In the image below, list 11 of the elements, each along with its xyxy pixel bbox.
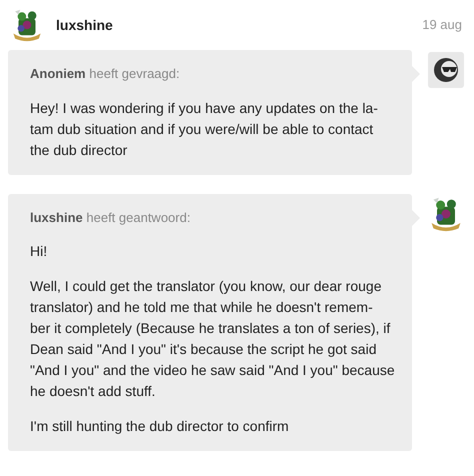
author-name[interactable]: luxshine: [56, 14, 113, 36]
message-paragraph: Hey! I was wondering if you have any updates on the la- tam dub situation and if you were/will be able to contact the dub director: [30, 98, 378, 160]
sender-name[interactable]: Anoniem: [30, 66, 86, 81]
sender-action: heeft gevraagd:: [89, 66, 180, 81]
message-paragraph: Well, I could get the translator (you know, our dear rouge translator) and he told me that while he doesn't remem- ber it completely (Because he translates a ton of series), if Dean said "And I you" it's because the script he got said "And I you" and the video he saw said "And I you" because he doesn't add stuff.: [30, 277, 395, 401]
message-paragraph: I'm still hunting the dub director to confirm: [30, 417, 289, 436]
anonymous-avatar-icon: [428, 52, 464, 88]
sender-name[interactable]: luxshine: [30, 210, 83, 224]
post-date: 19 aug: [422, 16, 462, 34]
message-paragraph: Hi!: [30, 242, 48, 261]
sender-action: heeft geantwoord:: [86, 210, 190, 224]
